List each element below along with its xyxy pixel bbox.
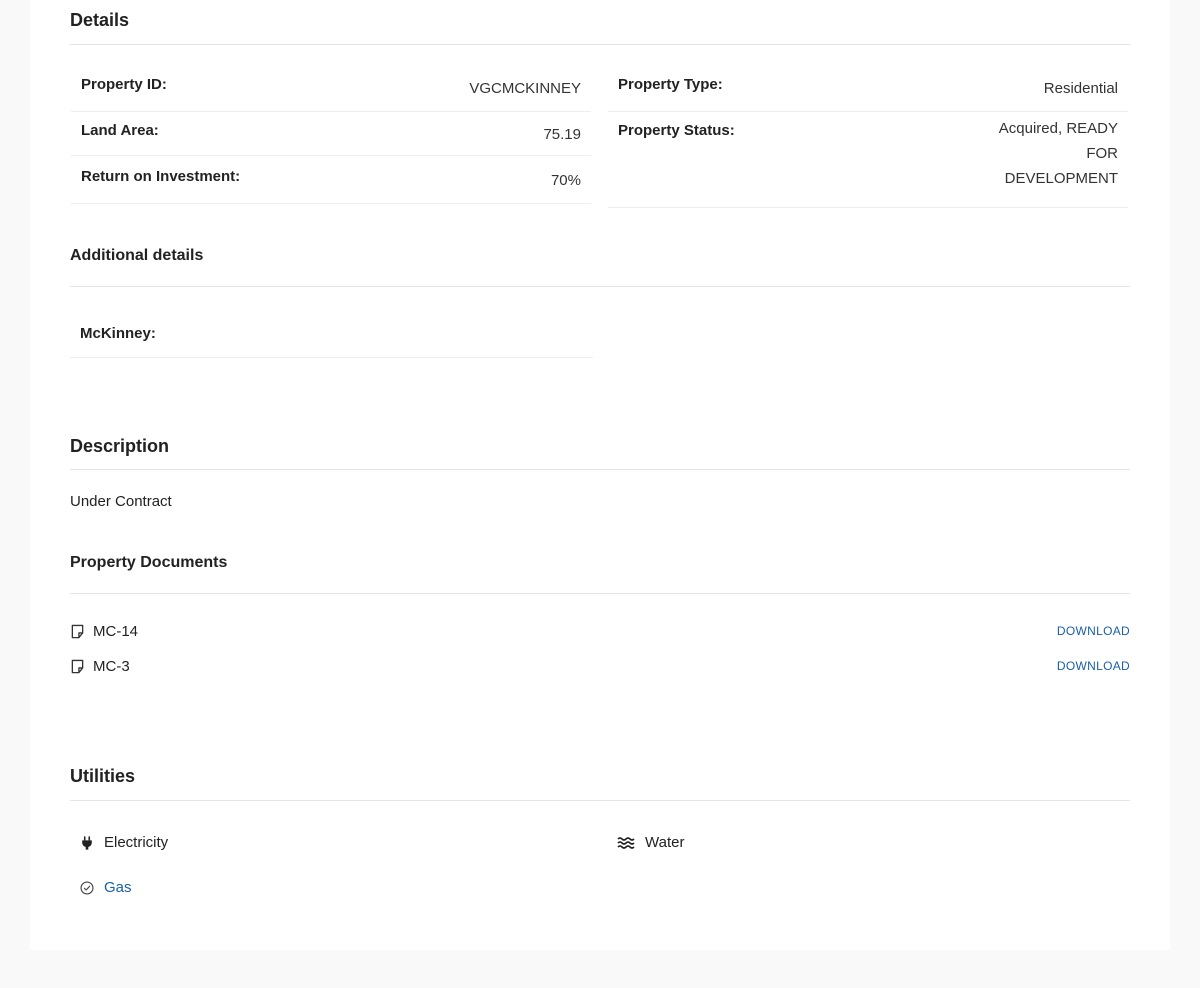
detail-value: 70%	[550, 172, 581, 189]
additional-label: McKinney:	[80, 325, 156, 342]
document-row: MC-14 DOWNLOAD	[70, 620, 1130, 642]
utility-water: Water	[617, 834, 684, 851]
description-heading: Description	[70, 436, 1130, 470]
additional-details-heading: Additional details	[70, 247, 1130, 287]
property-card: Details Property ID: VGCMCKINNEY Land Ar…	[30, 0, 1170, 950]
detail-value: 75.19	[543, 126, 581, 143]
check-circle-icon	[80, 880, 94, 895]
detail-row-property-type: Property Type: Residential	[608, 76, 1128, 112]
utility-electricity: Electricity	[80, 834, 168, 851]
detail-label: Land Area:	[81, 122, 159, 139]
detail-row-land-area: Land Area: 75.19	[71, 122, 591, 156]
download-link[interactable]: DOWNLOAD	[1057, 624, 1130, 638]
document-icon	[71, 624, 84, 638]
detail-row-property-id: Property ID: VGCMCKINNEY	[71, 76, 591, 112]
plug-icon	[82, 835, 92, 850]
detail-value: VGCMCKINNEY	[469, 80, 581, 97]
description-text: Under Contract	[70, 493, 172, 510]
detail-label: Property ID:	[81, 76, 167, 93]
details-heading: Details	[70, 10, 1130, 45]
document-row: MC-3 DOWNLOAD	[70, 655, 1130, 677]
download-link[interactable]: DOWNLOAD	[1057, 659, 1130, 673]
document-name: MC-3	[93, 657, 130, 675]
detail-value: Residential	[1043, 80, 1118, 97]
detail-value: Acquired, READY FOR DEVELOPMENT	[998, 120, 1118, 187]
detail-label: Return on Investment:	[81, 168, 241, 185]
document-icon	[71, 659, 84, 673]
detail-label: Property Type:	[618, 76, 723, 93]
document-name: MC-14	[93, 622, 139, 640]
water-icon	[617, 836, 635, 849]
detail-label: Property Status:	[618, 122, 735, 139]
detail-row-roi: Return on Investment: 70%	[71, 168, 591, 204]
documents-heading: Property Documents	[70, 554, 1130, 594]
utility-gas: Gas	[80, 879, 132, 896]
additional-row-mckinney: McKinney:	[70, 325, 593, 358]
utilities-heading: Utilities	[70, 766, 1130, 801]
detail-row-property-status: Property Status: Acquired, READY FOR DEV…	[608, 120, 1128, 208]
